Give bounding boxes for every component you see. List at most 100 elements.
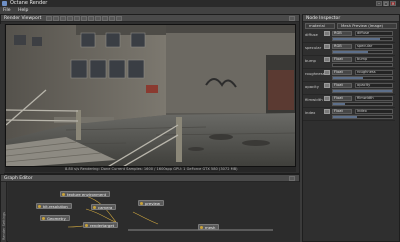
render-viewport-header: Render Viewport	[1, 15, 299, 22]
slider-fill	[333, 51, 369, 53]
stop-render-icon[interactable]	[53, 16, 59, 21]
inspector-row: bump Float bump	[303, 56, 395, 69]
graph-editor-header: Graph Editor	[1, 175, 299, 182]
inspector-row-label: index	[305, 110, 316, 115]
camera-reset-icon[interactable]	[74, 16, 80, 21]
graph-editor-panel: Graph Editor Render Settings texture env…	[0, 174, 300, 242]
node-inspector-header: Node Inspector	[303, 15, 399, 22]
window-title: Octane Render	[10, 0, 48, 6]
graph-node-kit-resolution[interactable]: kit.resolution	[36, 203, 72, 209]
close-button[interactable]: ×	[390, 1, 396, 6]
graph-canvas[interactable]: texture environment kit.resolution camer…	[8, 182, 300, 242]
value-slider[interactable]	[332, 115, 393, 119]
menu-bar: File Help	[0, 7, 400, 14]
graph-node-camera[interactable]: camera	[91, 204, 117, 210]
render-status-text: 8.80 s/s Rendering: Done Current Samples…	[65, 167, 238, 171]
inspector-row: opacity Float opacity	[303, 82, 395, 95]
node-pin-icon	[62, 193, 65, 196]
tab-material[interactable]: material	[305, 23, 335, 29]
node-inspector-title: Node Inspector	[306, 16, 341, 21]
slider-fill	[333, 103, 345, 105]
node-name-field[interactable]: specular	[355, 44, 393, 49]
node-pin-icon	[38, 205, 41, 208]
pin-color-swatch[interactable]	[324, 96, 330, 101]
pin-color-swatch[interactable]	[324, 31, 330, 36]
graph-node-rendertarget[interactable]: rendertarget	[83, 222, 119, 228]
graph-node-geometry[interactable]: Geometry	[40, 215, 70, 221]
graph-editor-title: Graph Editor	[4, 176, 33, 181]
inspector-row-label: bump	[305, 58, 316, 63]
node-type-select[interactable]: Float	[332, 109, 352, 114]
slider-fill	[333, 90, 392, 92]
pin-color-swatch[interactable]	[324, 109, 330, 114]
inspector-row: roughness Float roughness	[303, 69, 395, 82]
material-picker-icon[interactable]	[95, 16, 101, 21]
menu-file[interactable]: File	[0, 7, 14, 14]
node-type-select[interactable]: Float	[332, 83, 352, 88]
inspector-tab-bar: material Mesh Preview (Image)	[303, 22, 399, 30]
inspector-rows: diffuse RGB diffuse specular RGB specular bump…	[303, 30, 399, 121]
pin-color-swatch[interactable]	[324, 83, 330, 88]
node-type-select[interactable]: Float	[332, 96, 352, 101]
inspector-row: index Float index	[303, 108, 395, 121]
zoom-fit-icon[interactable]	[102, 16, 108, 21]
pause-render-icon[interactable]	[67, 16, 73, 21]
inspector-row-label: filmwidth	[305, 97, 323, 102]
node-name-field[interactable]: filmwidth	[355, 96, 393, 101]
node-name-field[interactable]: index	[355, 109, 393, 114]
node-type-select[interactable]: RGB	[332, 31, 352, 36]
pin-color-swatch[interactable]	[324, 44, 330, 49]
pin-color-swatch[interactable]	[324, 70, 330, 75]
value-slider[interactable]	[332, 50, 393, 54]
menu-help[interactable]: Help	[15, 7, 31, 14]
inspector-row-label: opacity	[305, 84, 319, 89]
graph-wires	[67, 195, 273, 231]
rendered-image[interactable]	[5, 24, 296, 167]
pin-color-swatch[interactable]	[324, 57, 330, 62]
node-name-field[interactable]: opacity	[355, 83, 393, 88]
graph-node-texture-environment[interactable]: texture environment	[60, 191, 111, 197]
graph-node-preview[interactable]: preview	[138, 200, 164, 206]
value-slider[interactable]	[332, 89, 393, 93]
graph-sidebar-label: Render Settings	[2, 212, 6, 240]
node-type-select[interactable]: RGB	[332, 44, 352, 49]
node-name-field[interactable]: diffuse	[355, 31, 393, 36]
inspector-row-label: diffuse	[305, 32, 318, 37]
tab-mesh-preview[interactable]: Mesh Preview (Image)	[337, 23, 397, 29]
viewport-side-strip	[0, 24, 4, 174]
value-slider[interactable]	[332, 76, 393, 80]
inspector-row-label: roughness	[305, 71, 325, 76]
graph-side-strip: Render Settings	[1, 182, 7, 242]
node-inspector-panel: Node Inspector material Mesh Preview (Im…	[302, 14, 400, 242]
lock-resolution-icon[interactable]	[116, 16, 122, 21]
panel-close-icon[interactable]	[289, 16, 295, 21]
value-slider[interactable]	[332, 102, 393, 106]
graph-node-mesh[interactable]: mesh	[198, 224, 220, 230]
graph-close-icon[interactable]	[289, 176, 295, 181]
window-titlebar: Octane Render – □ ×	[0, 0, 400, 7]
octane-app-icon	[2, 1, 7, 6]
inspector-row: diffuse RGB diffuse	[303, 30, 395, 43]
node-name-field[interactable]: roughness	[355, 70, 393, 75]
slider-fill	[333, 38, 381, 40]
node-type-select[interactable]: Float	[332, 70, 352, 75]
start-render-icon[interactable]	[46, 16, 52, 21]
save-image-icon[interactable]	[109, 16, 115, 21]
maximize-button[interactable]: □	[383, 1, 389, 6]
node-pin-icon	[42, 217, 45, 220]
slider-fill	[333, 77, 363, 79]
scene-drawing	[6, 25, 295, 166]
node-pin-icon	[85, 224, 88, 227]
value-slider[interactable]	[332, 37, 393, 41]
value-slider[interactable]	[332, 63, 393, 67]
focus-picker-icon[interactable]	[81, 16, 87, 21]
restart-render-icon[interactable]	[60, 16, 66, 21]
wb-picker-icon[interactable]	[88, 16, 94, 21]
inspector-row-label: specular	[305, 45, 322, 50]
node-pin-icon	[200, 226, 203, 229]
render-status-bar: 8.80 s/s Rendering: Done Current Samples…	[5, 167, 296, 172]
node-name-field[interactable]: bump	[355, 57, 393, 62]
viewport-toolbar	[46, 16, 123, 23]
minimize-button[interactable]: –	[376, 1, 382, 6]
node-type-select[interactable]: Float	[332, 57, 352, 62]
